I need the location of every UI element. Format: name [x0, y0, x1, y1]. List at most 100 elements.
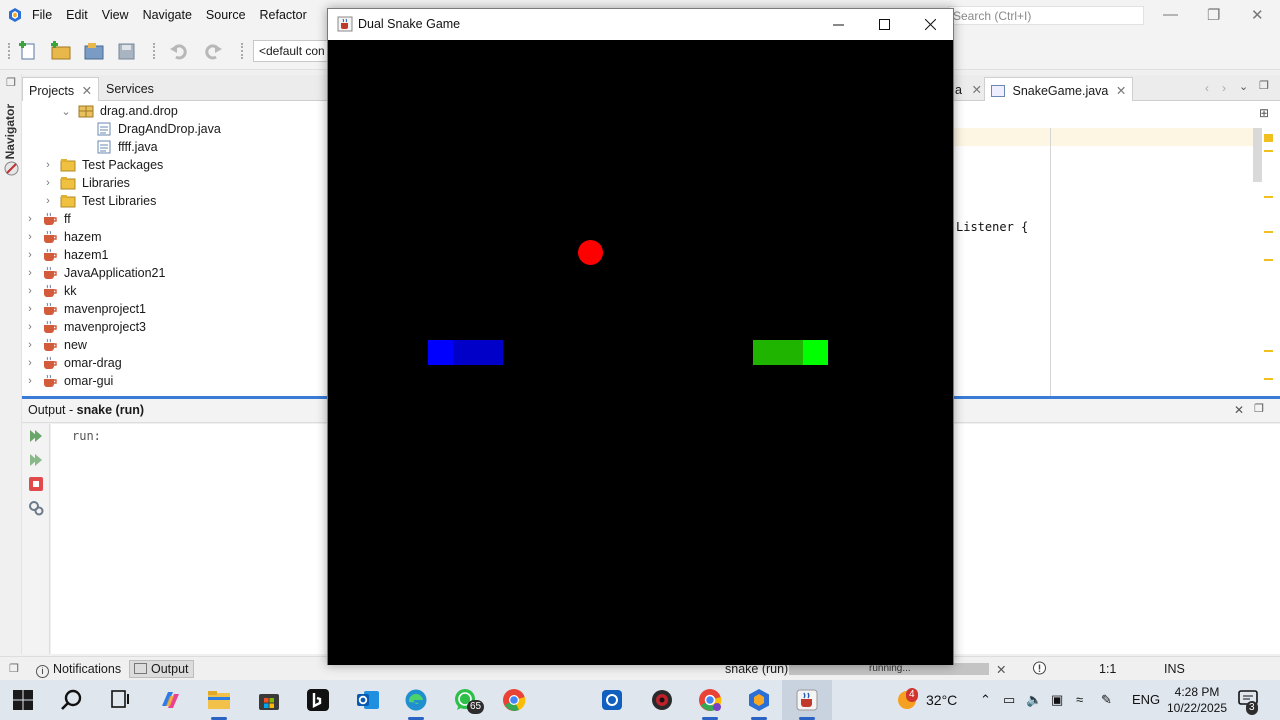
language-indicator[interactable]: ENG	[1132, 692, 1160, 707]
new-file-icon[interactable]	[18, 41, 40, 61]
temperature[interactable]: 32°C	[926, 692, 957, 708]
expand-chevron-icon[interactable]: ›	[24, 321, 36, 333]
game-close-button[interactable]	[907, 9, 953, 39]
volume-icon[interactable]: 🔈	[1026, 692, 1042, 708]
minimize-icon[interactable]: —	[1163, 6, 1178, 23]
maximize-icon[interactable]: ❐	[1259, 79, 1269, 92]
error-stripe-mark[interactable]	[1264, 196, 1273, 198]
close-icon[interactable]: ✕	[1251, 6, 1264, 24]
wifi-icon[interactable]: ≈	[1076, 692, 1083, 707]
tab-projects[interactable]: Projects ✕	[22, 77, 100, 101]
navigator-tab[interactable]: Navigator	[3, 104, 17, 159]
tab-services[interactable]: Services	[100, 77, 160, 101]
tree-item[interactable]: › hazem	[24, 228, 101, 246]
tree-item[interactable]: › hazem1	[24, 246, 108, 264]
show-hidden-icons-icon[interactable]: ⌃	[980, 692, 991, 708]
tree-item[interactable]: › Test Packages	[42, 156, 163, 174]
warning-marker[interactable]	[1264, 134, 1273, 142]
rerun-icon[interactable]	[28, 428, 44, 444]
outlook-icon[interactable]	[356, 688, 380, 712]
expand-chevron-icon[interactable]: ›	[24, 231, 36, 243]
task-view-icon[interactable]	[108, 688, 132, 712]
restore-window-icon[interactable]: ❐	[6, 76, 16, 89]
edge-icon[interactable]	[404, 688, 428, 712]
tab-scroll-left-icon[interactable]: ‹	[1205, 81, 1209, 95]
new-project-icon[interactable]	[50, 41, 72, 61]
expand-chevron-icon[interactable]: ›	[42, 177, 54, 189]
stop-icon[interactable]	[28, 476, 44, 492]
notifications-button[interactable]: i Notifications	[36, 662, 121, 678]
tree-item[interactable]: › mavenproject1	[24, 300, 146, 318]
expand-chevron-icon[interactable]: ›	[24, 357, 36, 369]
close-icon[interactable]: ✕	[1116, 84, 1126, 98]
netbeans-icon[interactable]	[747, 688, 771, 712]
game-maximize-button[interactable]	[861, 9, 907, 39]
error-stripe-mark[interactable]	[1264, 378, 1273, 380]
menu-source[interactable]: Source	[206, 8, 246, 22]
editor-tab[interactable]: a ✕	[953, 77, 988, 101]
rerun-with-options-icon[interactable]	[28, 452, 44, 468]
expand-chevron-icon[interactable]: ›	[24, 303, 36, 315]
error-stripe-mark[interactable]	[1264, 259, 1273, 261]
error-stripe-mark[interactable]	[1264, 150, 1273, 152]
tree-item[interactable]: › JavaApplication21	[24, 264, 165, 282]
restore-icon[interactable]: ❐	[1207, 6, 1220, 24]
tree-item[interactable]: › ff	[24, 210, 71, 228]
tab-list-icon[interactable]: ⌄	[1239, 80, 1248, 93]
tree-item[interactable]: › Libraries	[42, 174, 130, 192]
tree-item[interactable]: › mavenproject3	[24, 318, 146, 336]
menu-refactor[interactable]: Refactor	[260, 8, 307, 22]
battery-icon[interactable]: ▭	[1003, 692, 1015, 708]
copilot-icon[interactable]	[158, 688, 182, 712]
expand-chevron-icon[interactable]: ›	[24, 375, 36, 387]
tree-item[interactable]: ffff.java	[78, 138, 158, 156]
cancel-task-icon[interactable]: ✕	[996, 662, 1006, 677]
pen-icon[interactable]: ✎	[1101, 692, 1112, 708]
menu-view[interactable]: View	[102, 8, 129, 22]
tree-item[interactable]: DragAndDrop.java	[78, 120, 221, 138]
error-stripe-mark[interactable]	[1264, 350, 1273, 352]
tree-item[interactable]: › omar-drag	[24, 354, 122, 372]
close-icon[interactable]: ✕	[1234, 403, 1244, 417]
tree-item[interactable]: › kk	[24, 282, 76, 300]
error-stripe-mark[interactable]	[1264, 231, 1273, 233]
open-project-icon[interactable]	[83, 41, 105, 61]
store-icon[interactable]	[257, 688, 281, 712]
notification-bubble-icon[interactable]	[1032, 661, 1047, 676]
start-icon[interactable]	[12, 689, 34, 711]
tab-snakegame-java[interactable]: SnakeGame.java ✕	[984, 77, 1134, 101]
chrome-profile-icon[interactable]	[698, 688, 722, 712]
snipping-icon[interactable]	[600, 688, 624, 712]
restore-window-icon[interactable]: ❐	[9, 662, 19, 675]
save-all-icon[interactable]	[116, 41, 138, 61]
game-titlebar[interactable]: Dual Snake Game	[328, 9, 953, 40]
configuration-select[interactable]: <default con	[253, 40, 333, 62]
expand-chevron-icon[interactable]: ›	[24, 213, 36, 225]
chrome-icon[interactable]	[502, 688, 526, 712]
close-icon[interactable]: ✕	[971, 83, 981, 97]
maximize-icon[interactable]: ❐	[1254, 402, 1264, 415]
bing-icon[interactable]	[306, 688, 330, 712]
redo-icon[interactable]	[202, 41, 224, 61]
game-board[interactable]	[328, 40, 953, 665]
expand-chevron-icon[interactable]: ›	[24, 249, 36, 261]
split-icon[interactable]: ⊞	[1259, 106, 1269, 120]
navigator-icon[interactable]	[4, 161, 19, 176]
output-toggle-button[interactable]: Output	[129, 660, 194, 678]
undo-icon[interactable]	[168, 41, 190, 61]
expand-chevron-icon[interactable]: ›	[24, 339, 36, 351]
search-icon[interactable]	[60, 688, 84, 712]
clock[interactable]: 4:28 PM 10/22/2025	[1166, 684, 1228, 716]
menu-navigate[interactable]: Navigate	[143, 8, 192, 22]
expand-chevron-icon[interactable]: ›	[24, 267, 36, 279]
settings-icon[interactable]	[28, 500, 44, 516]
expand-chevron-icon[interactable]: ›	[42, 159, 54, 171]
collapse-chevron-icon[interactable]: ⌄	[60, 105, 72, 118]
java-icon[interactable]	[795, 688, 819, 712]
meet-icon[interactable]: ▣	[1051, 692, 1063, 708]
tree-item[interactable]: › omar-gui	[24, 372, 113, 390]
tree-item[interactable]: › Test Libraries	[42, 192, 156, 210]
editor-scrollbar[interactable]	[1253, 128, 1262, 182]
app-icon[interactable]	[650, 688, 674, 712]
tree-item[interactable]: › new	[24, 336, 87, 354]
